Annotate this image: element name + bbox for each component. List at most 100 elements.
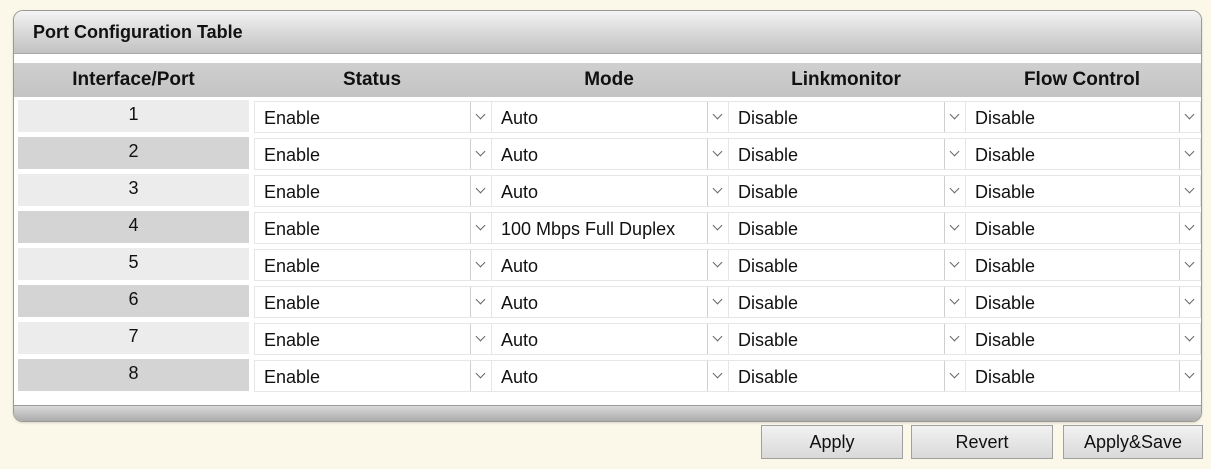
chevron-down-icon[interactable] xyxy=(944,324,965,354)
chevron-down-icon[interactable] xyxy=(944,361,965,391)
chevron-down-icon[interactable] xyxy=(707,176,728,206)
mode-select[interactable]: Auto xyxy=(491,323,729,355)
panel-title: Port Configuration Table xyxy=(33,22,243,42)
mode-select[interactable]: 100 Mbps Full Duplex xyxy=(491,212,729,244)
chevron-down-icon[interactable] xyxy=(1179,361,1200,391)
flow-control-select-value: Disable xyxy=(975,256,1036,276)
port-number-cell: 4 xyxy=(18,211,249,243)
chevron-down-icon[interactable] xyxy=(470,213,491,243)
status-select[interactable]: Enable xyxy=(254,286,492,318)
mode-select-value: Auto xyxy=(501,256,539,276)
mode-select[interactable]: Auto xyxy=(491,286,729,318)
chevron-down-icon[interactable] xyxy=(1179,176,1200,206)
flow-control-select-value: Disable xyxy=(975,330,1036,350)
status-select[interactable]: Enable xyxy=(254,175,492,207)
apply-button[interactable]: Apply xyxy=(761,425,903,459)
chevron-down-icon[interactable] xyxy=(470,139,491,169)
port-configuration-panel: Port Configuration Table Interface/Port … xyxy=(13,10,1202,422)
linkmonitor-select-value: Disable xyxy=(738,108,799,128)
status-select[interactable]: Enable xyxy=(254,101,492,133)
status-select[interactable]: Enable xyxy=(254,138,492,170)
chevron-down-icon[interactable] xyxy=(470,324,491,354)
chevron-down-icon[interactable] xyxy=(707,287,728,317)
column-header-status: Status xyxy=(342,69,402,90)
status-select[interactable]: Enable xyxy=(254,249,492,281)
chevron-down-icon[interactable] xyxy=(1179,250,1200,280)
mode-select[interactable]: Auto xyxy=(491,249,729,281)
flow-control-select[interactable]: Disable xyxy=(965,249,1201,281)
mode-select-value: Auto xyxy=(501,330,539,350)
chevron-down-icon[interactable] xyxy=(707,102,728,132)
chevron-down-icon[interactable] xyxy=(1179,139,1200,169)
chevron-down-icon[interactable] xyxy=(707,250,728,280)
panel-footer xyxy=(14,405,1201,421)
status-select-value: Enable xyxy=(264,256,321,276)
flow-control-select-value: Disable xyxy=(975,108,1036,128)
flow-control-select-value: Disable xyxy=(975,182,1036,202)
chevron-down-icon[interactable] xyxy=(470,250,491,280)
chevron-down-icon[interactable] xyxy=(1179,102,1200,132)
mode-select[interactable]: Auto xyxy=(491,360,729,392)
linkmonitor-select[interactable]: Disable xyxy=(728,323,966,355)
column-header-interface-port: Interface/Port xyxy=(72,69,195,90)
mode-select[interactable]: Auto xyxy=(491,101,729,133)
column-header-linkmonitor: Linkmonitor xyxy=(791,69,901,90)
linkmonitor-select-value: Disable xyxy=(738,219,799,239)
mode-select-value: Auto xyxy=(501,108,539,128)
linkmonitor-select[interactable]: Disable xyxy=(728,138,966,170)
status-select[interactable]: Enable xyxy=(254,323,492,355)
table-row: 2 Enable Auto Disable Disable xyxy=(14,137,1201,174)
flow-control-select[interactable]: Disable xyxy=(965,360,1201,392)
status-select[interactable]: Enable xyxy=(254,360,492,392)
linkmonitor-select[interactable]: Disable xyxy=(728,101,966,133)
chevron-down-icon[interactable] xyxy=(470,361,491,391)
chevron-down-icon[interactable] xyxy=(944,287,965,317)
chevron-down-icon[interactable] xyxy=(1179,213,1200,243)
chevron-down-icon[interactable] xyxy=(470,287,491,317)
port-number-cell: 8 xyxy=(18,359,249,391)
flow-control-select-value: Disable xyxy=(975,219,1036,239)
linkmonitor-select[interactable]: Disable xyxy=(728,249,966,281)
flow-control-select[interactable]: Disable xyxy=(965,101,1201,133)
flow-control-select[interactable]: Disable xyxy=(965,138,1201,170)
linkmonitor-select[interactable]: Disable xyxy=(728,175,966,207)
flow-control-select[interactable]: Disable xyxy=(965,286,1201,318)
mode-select[interactable]: Auto xyxy=(491,138,729,170)
linkmonitor-select[interactable]: Disable xyxy=(728,212,966,244)
status-select-value: Enable xyxy=(264,108,321,128)
table-row: 8 Enable Auto Disable Disable xyxy=(14,359,1201,396)
status-select-value: Enable xyxy=(264,219,321,239)
revert-button[interactable]: Revert xyxy=(911,425,1053,459)
linkmonitor-select-value: Disable xyxy=(738,256,799,276)
chevron-down-icon[interactable] xyxy=(1179,324,1200,354)
chevron-down-icon[interactable] xyxy=(707,213,728,243)
mode-select[interactable]: Auto xyxy=(491,175,729,207)
linkmonitor-select[interactable]: Disable xyxy=(728,286,966,318)
status-select-value: Enable xyxy=(264,367,321,387)
chevron-down-icon[interactable] xyxy=(470,176,491,206)
mode-select-value: Auto xyxy=(501,293,539,313)
chevron-down-icon[interactable] xyxy=(944,213,965,243)
status-select-value: Enable xyxy=(264,145,321,165)
chevron-down-icon[interactable] xyxy=(470,102,491,132)
linkmonitor-select-value: Disable xyxy=(738,145,799,165)
flow-control-select[interactable]: Disable xyxy=(965,175,1201,207)
linkmonitor-select[interactable]: Disable xyxy=(728,360,966,392)
port-number-cell: 7 xyxy=(18,322,249,354)
chevron-down-icon[interactable] xyxy=(944,139,965,169)
table-row: 6 Enable Auto Disable Disable xyxy=(14,285,1201,322)
chevron-down-icon[interactable] xyxy=(707,139,728,169)
flow-control-select-value: Disable xyxy=(975,145,1036,165)
apply-save-button[interactable]: Apply&Save xyxy=(1063,425,1203,459)
status-select-value: Enable xyxy=(264,182,321,202)
flow-control-select[interactable]: Disable xyxy=(965,323,1201,355)
status-select[interactable]: Enable xyxy=(254,212,492,244)
chevron-down-icon[interactable] xyxy=(1179,287,1200,317)
chevron-down-icon[interactable] xyxy=(707,324,728,354)
chevron-down-icon[interactable] xyxy=(944,102,965,132)
chevron-down-icon[interactable] xyxy=(944,176,965,206)
port-number-cell: 2 xyxy=(18,137,249,169)
chevron-down-icon[interactable] xyxy=(707,361,728,391)
flow-control-select[interactable]: Disable xyxy=(965,212,1201,244)
chevron-down-icon[interactable] xyxy=(944,250,965,280)
